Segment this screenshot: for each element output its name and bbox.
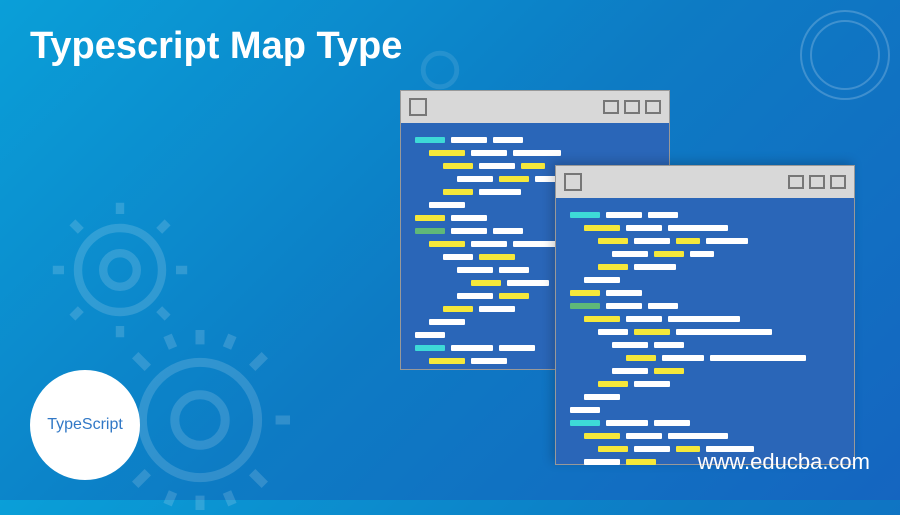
decorative-circle-inner xyxy=(800,10,890,100)
page-title: Typescript Map Type xyxy=(30,25,402,68)
window-menu-icon xyxy=(409,98,427,116)
window-menu-icon xyxy=(564,173,582,191)
window-controls xyxy=(788,175,846,189)
close-icon xyxy=(645,100,661,114)
logo-text: TypeScript xyxy=(47,416,123,434)
website-url: www.educba.com xyxy=(698,449,870,475)
maximize-icon xyxy=(624,100,640,114)
minimize-icon xyxy=(788,175,804,189)
typescript-logo-badge: TypeScript xyxy=(30,370,140,480)
editor-window-front xyxy=(555,165,855,465)
window-titlebar xyxy=(401,91,669,123)
maximize-icon xyxy=(809,175,825,189)
minimize-icon xyxy=(603,100,619,114)
close-icon xyxy=(830,175,846,189)
code-area xyxy=(556,198,854,464)
window-titlebar xyxy=(556,166,854,198)
gear-icon xyxy=(50,200,190,340)
window-controls xyxy=(603,100,661,114)
code-windows-illustration xyxy=(400,90,860,470)
